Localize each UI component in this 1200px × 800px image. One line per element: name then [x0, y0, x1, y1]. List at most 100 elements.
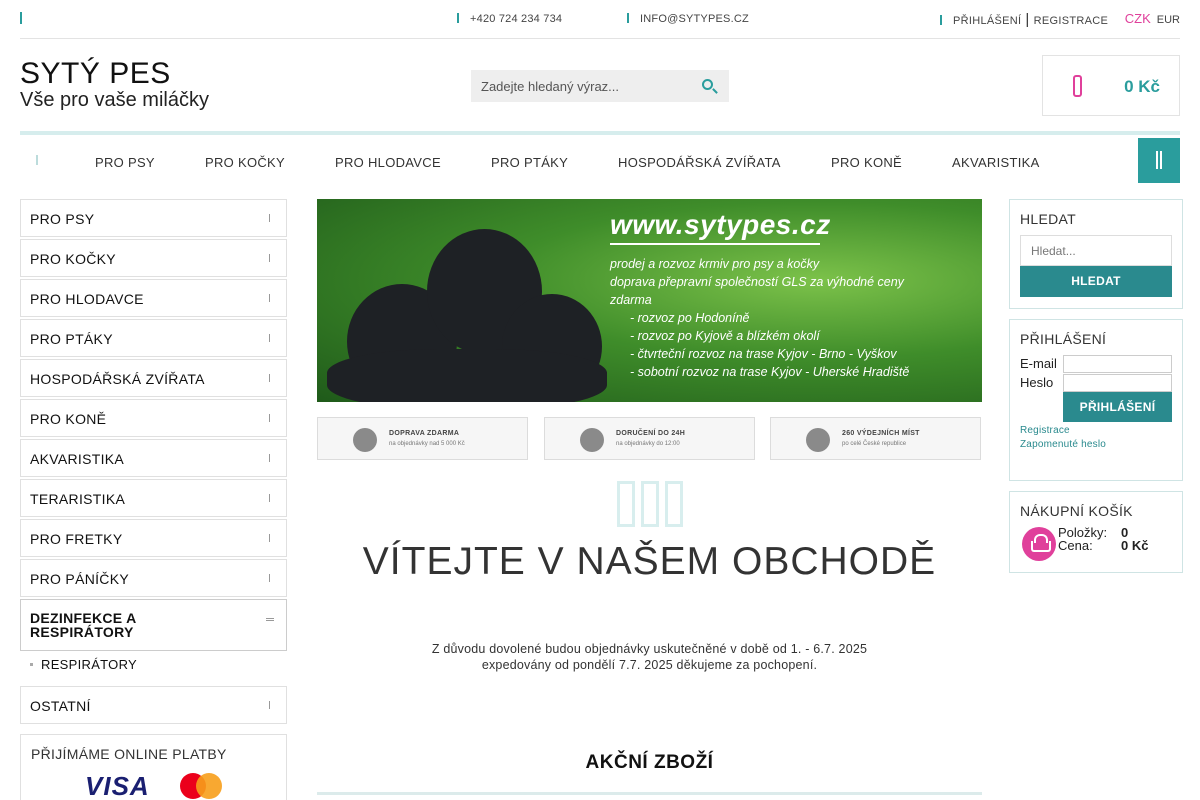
sidebar-search-input[interactable] [1020, 235, 1172, 266]
currency-czk[interactable]: CZK [1125, 11, 1151, 26]
sidebar-subcategory[interactable]: RESPIRÁTORY [30, 657, 137, 672]
sidebar-category[interactable]: TERARISTIKA [20, 479, 287, 517]
map-pin-icon [806, 428, 830, 452]
chevron-right-icon [269, 374, 272, 382]
search-box-title: HLEDAT [1020, 211, 1076, 227]
login-box: PŘIHLÁŠENÍ E-mail Heslo PŘIHLÁŠENÍ Regis… [1009, 319, 1183, 481]
sidebar-category[interactable]: PRO KONĚ [20, 399, 287, 437]
forgot-password-link[interactable]: Zapomenuté heslo [1020, 439, 1106, 450]
email-link[interactable]: INFO@SYTYPES.CZ [627, 13, 749, 25]
category-label: TERARISTIKA [30, 491, 126, 507]
category-label: PRO PTÁKY [30, 331, 113, 347]
chevron-right-icon [269, 494, 272, 502]
nav-toggle-button[interactable] [1138, 138, 1180, 183]
password-label: Heslo [1020, 375, 1054, 390]
banner-bullet: - sobotní rozvoz na trase Kyjov - Uhersk… [630, 365, 910, 379]
feature-pickup-points: 260 VÝDEJNÍCH MÍST po celé České republi… [770, 417, 981, 460]
nav-item-hospodarska-zvirata[interactable]: HOSPODÁŘSKÁ ZVÍŘATA [618, 155, 781, 170]
sidebar-category[interactable]: OSTATNÍ [20, 686, 287, 724]
mastercard-logo [180, 773, 222, 799]
nav-item-pro-kocky[interactable]: PRO KOČKY [205, 155, 285, 170]
sidebar-category-open[interactable]: DEZINFEKCE A RESPIRÁTORY [20, 599, 287, 651]
cart-total: 0 Kč [1124, 77, 1160, 96]
sidebar-search-button[interactable]: HLEDAT [1020, 266, 1172, 297]
category-label: AKVARISTIKA [30, 451, 125, 467]
payments-box: PŘIJÍMÁME ONLINE PLATBY VISA [20, 734, 287, 800]
sidebar-search-box: HLEDAT HLEDAT [1009, 199, 1183, 309]
phone-link[interactable]: +420 724 234 734 [457, 13, 562, 25]
header-search [471, 70, 729, 102]
chevron-right-icon [269, 254, 272, 262]
basket-icon[interactable] [1022, 527, 1056, 561]
paw-icon [665, 481, 683, 527]
sidebar-category[interactable]: PRO FRETKY [20, 519, 287, 557]
auth-links: PŘIHLÁŠENÍ | REGISTRACE [940, 11, 1108, 28]
cart-box-title: NÁKUPNÍ KOŠÍK [1020, 503, 1133, 519]
price-value: 0 Kč [1121, 538, 1149, 553]
nav-item-pro-hlodavce[interactable]: PRO HLODAVCE [335, 155, 441, 170]
currency-eur[interactable]: EUR [1157, 14, 1180, 26]
price-label: Cena: [1058, 538, 1093, 553]
chevron-right-icon [269, 334, 272, 342]
category-label: OSTATNÍ [30, 698, 91, 714]
logo-subtitle: Vše pro vaše miláčky [20, 89, 209, 111]
user-icon [940, 15, 945, 25]
sidebar-category[interactable]: PRO HLODAVCE [20, 279, 287, 317]
feature-title: DOPRAVA ZDARMA [389, 430, 460, 437]
sidebar-category[interactable]: PRO KOČKY [20, 239, 287, 277]
sidebar-category[interactable]: PRO PÁNÍČKY [20, 559, 287, 597]
banner-line: zdarma [610, 293, 652, 307]
category-label: HOSPODÁŘSKÁ ZVÍŘATA [30, 371, 205, 387]
login-link[interactable]: PŘIHLÁŠENÍ [953, 15, 1021, 27]
nav-item-pro-ptaky[interactable]: PRO PTÁKY [491, 155, 568, 170]
banner-line: prodej a rozvoz krmiv pro psy a kočky [610, 257, 820, 271]
sidebar-category[interactable]: HOSPODÁŘSKÁ ZVÍŘATA [20, 359, 287, 397]
paw-icons [600, 481, 700, 532]
hero-banner[interactable]: www.sytypes.cz prodej a rozvoz krmiv pro… [317, 199, 982, 402]
email-address: INFO@SYTYPES.CZ [640, 13, 749, 25]
chevron-right-icon [269, 294, 272, 302]
minus-icon [266, 618, 274, 621]
home-icon[interactable] [36, 155, 40, 165]
sidebar-category[interactable]: AKVARISTIKA [20, 439, 287, 477]
nav-item-akvaristika[interactable]: AKVARISTIKA [952, 155, 1040, 170]
nav-item-pro-kone[interactable]: PRO KONĚ [831, 155, 902, 170]
header-cart[interactable]: 0 Kč [1042, 55, 1180, 116]
notice-line: Z důvodu dovolené budou objednávky uskut… [431, 642, 868, 656]
email-field[interactable] [1063, 355, 1172, 373]
login-box-title: PŘIHLÁŠENÍ [1020, 331, 1107, 347]
search-input[interactable] [471, 70, 686, 102]
banner-url: www.sytypes.cz [610, 209, 831, 240]
register-link[interactable]: REGISTRACE [1034, 15, 1109, 27]
nav-item-pro-psy[interactable]: PRO PSY [95, 155, 155, 170]
truck-icon [353, 428, 377, 452]
category-label: PRO PSY [30, 211, 95, 227]
dogs-image [327, 209, 607, 402]
main-nav: PRO PSY PRO KOČKY PRO HLODAVCE PRO PTÁKY… [20, 138, 1180, 184]
login-button[interactable]: PŘIHLÁŠENÍ [1063, 392, 1172, 422]
paw-icon [617, 481, 635, 527]
bullet-icon [30, 663, 33, 666]
search-icon[interactable] [702, 79, 713, 90]
logo-title[interactable]: SYTÝ PES [20, 57, 171, 91]
feature-title: 260 VÝDEJNÍCH MÍST [842, 430, 920, 437]
email-label: E-mail [1020, 356, 1057, 371]
hamburger-icon [1156, 151, 1162, 169]
category-label: DEZINFEKCE A RESPIRÁTORY [30, 610, 137, 640]
menu-icon[interactable] [20, 12, 26, 24]
sidebar-register-link[interactable]: Registrace [1020, 425, 1070, 436]
chevron-right-icon [269, 534, 272, 542]
shopping-bag-icon [1073, 75, 1082, 97]
holiday-notice: Z důvodu dovolené budou objednávky uskut… [317, 641, 982, 673]
sidebar-category[interactable]: PRO PSY [20, 199, 287, 237]
chevron-right-icon [269, 454, 272, 462]
sidebar-category[interactable]: PRO PTÁKY [20, 319, 287, 357]
category-label: PRO KONĚ [30, 411, 107, 427]
banner-text: www.sytypes.cz prodej a rozvoz krmiv pro… [610, 209, 909, 381]
banner-bullet: - čtvrteční rozvoz na trase Kyjov - Brno… [630, 347, 897, 361]
cart-summary-box: NÁKUPNÍ KOŠÍK Položky: 0 Cena: 0 Kč [1009, 491, 1183, 573]
paw-icon [641, 481, 659, 527]
visa-logo: VISA [85, 771, 150, 800]
password-field[interactable] [1063, 374, 1172, 392]
chevron-right-icon [269, 414, 272, 422]
